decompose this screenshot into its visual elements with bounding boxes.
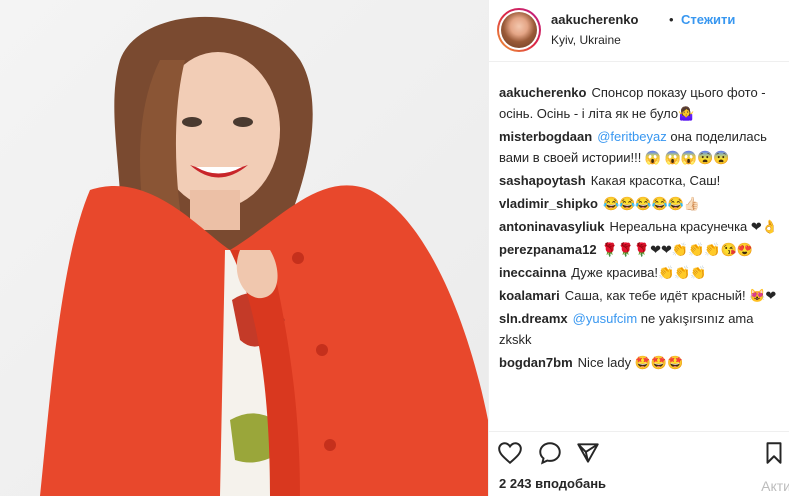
comment-username[interactable]: perezpanama12 [499, 242, 597, 257]
instagram-post: aakucherenko • Стежити Kyiv, Ukraine aak… [0, 0, 789, 496]
avatar-story-ring[interactable] [497, 8, 541, 52]
comment-mention[interactable]: @feritbeyaz [597, 129, 667, 144]
bookmark-icon [766, 442, 782, 464]
comment-item: koalamari Саша, как тебе идёт красный! 😻❤ [499, 285, 784, 306]
comment-icon [539, 442, 561, 465]
comment-item: antoninavasyliuk Нереальна красунечка ❤👌 [499, 216, 784, 237]
comment-username[interactable]: sln.dreamx [499, 311, 568, 326]
comment-username[interactable]: antoninavasyliuk [499, 219, 604, 234]
portrait-illustration [40, 16, 488, 496]
comment-item: bogdan7bm Nice lady 🤩🤩🤩 [499, 352, 784, 373]
comment-text: Саша, как тебе идёт красный! 😻❤ [564, 288, 777, 303]
share-icon [577, 443, 599, 463]
bookmark-button[interactable] [761, 440, 787, 466]
likes-count[interactable]: 2 243 вподобань [499, 476, 606, 491]
comment-item: misterbogdaan @feritbeyaz она поделилась … [499, 126, 784, 168]
comment-username[interactable]: vladimir_shipko [499, 196, 598, 211]
post-header: aakucherenko • Стежити Kyiv, Ukraine [489, 0, 789, 62]
like-button[interactable] [497, 440, 523, 466]
comment-username[interactable]: misterbogdaan [499, 129, 592, 144]
windows-activation-watermark: Акти [761, 478, 789, 494]
post-location[interactable]: Kyiv, Ukraine [551, 33, 621, 47]
comment-text: Какая красотка, Саш! [590, 173, 721, 188]
comment-mention[interactable]: @yusufcim [573, 311, 638, 326]
share-button[interactable] [575, 440, 601, 466]
author-username[interactable]: aakucherenko [551, 12, 638, 27]
avatar [499, 10, 539, 50]
follow-button[interactable]: Стежити [681, 12, 735, 27]
comment-username[interactable]: aakucherenko [499, 85, 586, 100]
comment-text: Нереальна красунечка ❤👌 [609, 219, 778, 234]
heart-icon [498, 442, 522, 465]
comment-username[interactable]: koalamari [499, 288, 560, 303]
post-sidebar: aakucherenko • Стежити Kyiv, Ukraine aak… [488, 0, 789, 496]
comment-item: vladimir_shipko 😂😂😂😂😂👍🏻 [499, 193, 784, 214]
comment-item: sln.dreamx @yusufcim ne yakışırsınız ama … [499, 308, 784, 350]
comment-item: perezpanama12 🌹🌹🌹❤❤👏👏👏😘😍 [499, 239, 784, 260]
comment-text: 🌹🌹🌹❤❤👏👏👏😘😍 [601, 242, 753, 257]
avatar-image [501, 12, 537, 48]
comment-item: sashapoytash Какая красотка, Саш! [499, 170, 784, 191]
comment-text: Дуже красива!👏👏👏 [571, 265, 707, 280]
comment-text: 😂😂😂😂😂👍🏻 [602, 196, 701, 211]
action-bar [489, 431, 789, 467]
comment-text: Nice lady 🤩🤩🤩 [577, 355, 684, 370]
comment-username[interactable]: ineccainna [499, 265, 566, 280]
post-photo[interactable] [0, 0, 488, 496]
comment-button[interactable] [537, 440, 563, 466]
comment-item: aakucherenko Спонсор показу цього фото - … [499, 82, 784, 124]
comments-list: aakucherenko Спонсор показу цього фото - … [499, 82, 784, 422]
comment-username[interactable]: sashapoytash [499, 173, 586, 188]
header-separator: • [669, 12, 674, 27]
comment-item: ineccainna Дуже красива!👏👏👏 [499, 262, 784, 283]
comment-username[interactable]: bogdan7bm [499, 355, 573, 370]
